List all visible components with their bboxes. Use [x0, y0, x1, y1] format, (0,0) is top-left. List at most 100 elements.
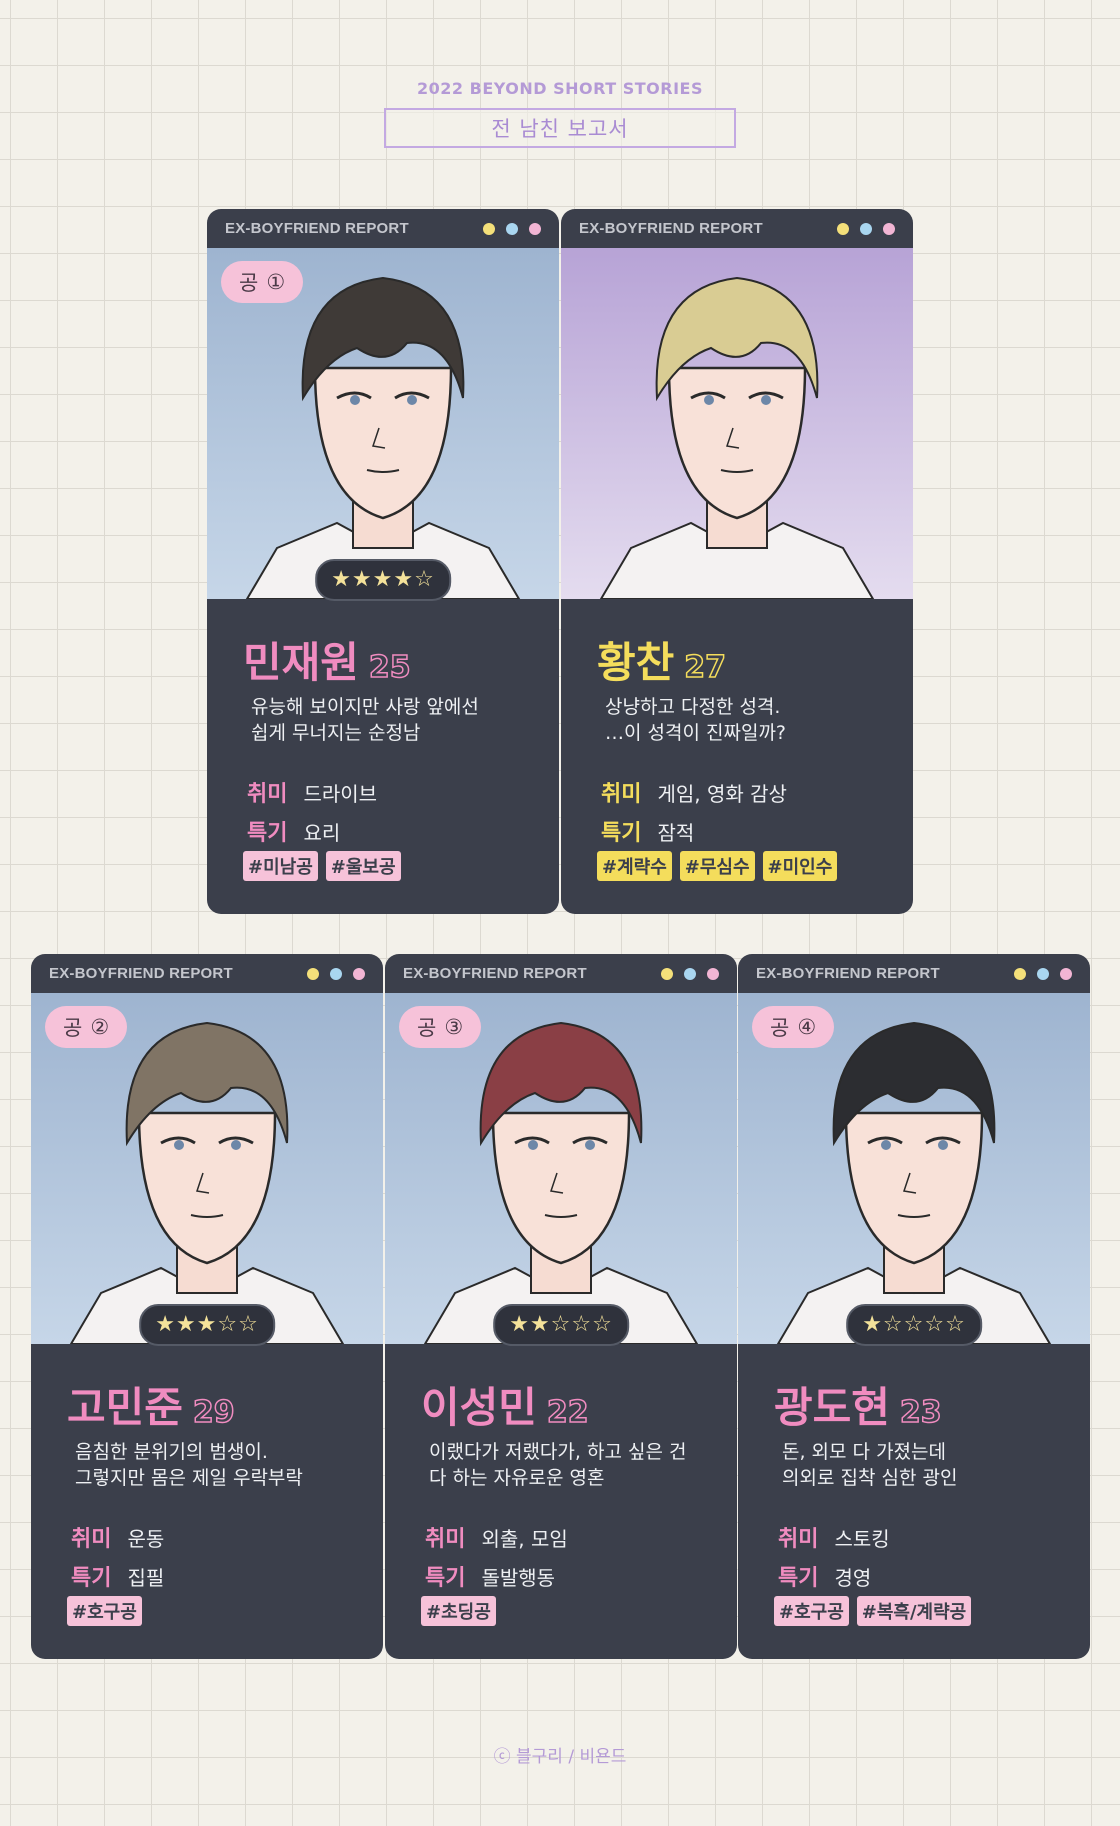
page-title: 전 남친 보고서 — [384, 108, 736, 148]
hashtag[interactable]: #무심수 — [679, 851, 755, 881]
badge-role: 공 — [63, 1016, 83, 1040]
rating-pill: ★★★★☆ — [315, 559, 451, 601]
order-badge: 공 ④ — [752, 1006, 835, 1048]
character-age: 27 — [684, 649, 727, 686]
character-description: 상냥하고 다정한 성격. …이 성격이 진짜일까? — [605, 694, 895, 746]
card-topbar: EX-BOYFRIEND REPORT — [738, 954, 1090, 993]
skill-label: 특기 — [247, 821, 288, 846]
profile-card[interactable]: EX-BOYFRIEND REPORT 공 ① ★★★★☆ 민재원 25 유능해… — [207, 209, 559, 914]
portrait-left-iris — [704, 395, 714, 405]
skill-label: 특기 — [71, 1566, 112, 1591]
hobby-value: 외출, 모임 — [481, 1526, 568, 1551]
window-dots — [837, 222, 895, 235]
blue-dot-icon — [684, 967, 696, 980]
hashtag[interactable]: #초딩공 — [421, 1596, 496, 1626]
hashtag[interactable]: #복흑/계략공 — [856, 1596, 972, 1626]
hashtag[interactable]: #울보공 — [325, 851, 401, 881]
portrait-left-iris — [350, 395, 360, 405]
character-age: 29 — [192, 1394, 235, 1431]
blue-dot-icon — [1037, 967, 1049, 980]
yellow-dot-icon — [661, 967, 673, 980]
window-dots — [483, 222, 541, 235]
portrait-left-iris — [174, 1140, 184, 1150]
star-rating: ★☆☆☆☆ — [862, 1312, 966, 1337]
card-brand: EX-BOYFRIEND REPORT — [225, 220, 409, 237]
card-brand: EX-BOYFRIEND REPORT — [49, 965, 233, 982]
pink-dot-icon — [529, 222, 541, 235]
name-row: 이성민 22 — [421, 1374, 589, 1435]
blue-dot-icon — [860, 222, 872, 235]
portrait-right-iris — [761, 395, 771, 405]
hobby-value: 스토킹 — [834, 1526, 890, 1551]
skill-label: 특기 — [778, 1566, 819, 1591]
skill-value: 집필 — [127, 1565, 165, 1590]
character-description: 음침한 분위기의 범생이. 그렇지만 몸은 제일 우락부락 — [75, 1439, 365, 1491]
description-line: 그렇지만 몸은 제일 우락부락 — [75, 1467, 303, 1489]
description-line: 상냥하고 다정한 성격. — [605, 696, 781, 718]
pink-dot-icon — [707, 967, 719, 980]
description-line: 음침한 분위기의 범생이. — [75, 1441, 268, 1463]
description-line: …이 성격이 진짜일까? — [605, 722, 787, 744]
portrait-left-iris — [881, 1140, 891, 1150]
character-age: 23 — [899, 1394, 942, 1431]
yellow-dot-icon — [837, 222, 849, 235]
header-eyebrow: 2022 BEYOND SHORT STORIES — [417, 79, 703, 98]
hobby-label: 취미 — [247, 782, 288, 807]
hashtag[interactable]: #계략수 — [597, 851, 672, 881]
tag-list: #초딩공 — [421, 1596, 496, 1626]
description-line: 의외로 집착 심한 광인 — [782, 1467, 958, 1489]
hashtag[interactable]: #호구공 — [67, 1596, 142, 1626]
hobby-value: 게임, 영화 감상 — [657, 781, 787, 806]
tag-list: #호구공 — [67, 1596, 142, 1626]
window-dots — [661, 967, 719, 980]
character-description: 유능해 보이지만 사랑 앞에선 쉽게 무너지는 순정남 — [251, 694, 541, 746]
hobby-row: 취미 운동 — [71, 1521, 164, 1553]
hashtag[interactable]: #미인수 — [762, 851, 838, 881]
tag-list: #계략수 #무심수 #미인수 — [597, 851, 838, 881]
character-name: 고민준 — [67, 1383, 183, 1432]
character-description: 돈, 외모 다 가졌는데 의외로 집착 심한 광인 — [782, 1439, 1072, 1491]
character-name: 이성민 — [421, 1383, 537, 1432]
badge-number: ② — [90, 1015, 110, 1039]
card-brand: EX-BOYFRIEND REPORT — [756, 965, 940, 982]
skill-row: 특기 잠적 — [601, 815, 694, 847]
hobby-row: 취미 게임, 영화 감상 — [601, 776, 787, 808]
profile-card[interactable]: EX-BOYFRIEND REPORT 공 ④ ★☆☆☆☆ 광도현 23 돈, … — [738, 954, 1090, 1659]
pink-dot-icon — [1060, 967, 1072, 980]
rating-pill: ★★★☆☆ — [139, 1304, 275, 1346]
hashtag[interactable]: #호구공 — [774, 1596, 849, 1626]
hobby-label: 취미 — [425, 1527, 466, 1552]
star-rating: ★★☆☆☆ — [509, 1312, 613, 1337]
name-row: 황찬 27 — [597, 629, 727, 690]
pink-dot-icon — [353, 967, 365, 980]
profile-card[interactable]: EX-BOYFRIEND REPORT 공 ③ ★★☆☆☆ 이성민 22 이랬다… — [385, 954, 737, 1659]
description-line: 돈, 외모 다 가졌는데 — [782, 1441, 946, 1463]
skill-row: 특기 돌발행동 — [425, 1560, 555, 1592]
order-badge: 공 ② — [45, 1006, 128, 1048]
profile-card[interactable]: EX-BOYFRIEND REPORT 공 ② ★★★☆☆ 고민준 29 음침한… — [31, 954, 383, 1659]
pink-dot-icon — [883, 222, 895, 235]
skill-label: 특기 — [601, 821, 642, 846]
profile-card[interactable]: EX-BOYFRIEND REPORT 황찬 27 상냥하고 다정한 성격. …… — [561, 209, 913, 914]
skill-row: 특기 집필 — [71, 1560, 164, 1592]
portrait-right-iris — [407, 395, 417, 405]
skill-value: 잠적 — [657, 820, 695, 845]
description-line: 다 하는 자유로운 영혼 — [429, 1467, 605, 1489]
description-line: 유능해 보이지만 사랑 앞에선 — [251, 696, 479, 718]
hashtag[interactable]: #미남공 — [243, 851, 318, 881]
character-name: 황찬 — [597, 638, 675, 687]
character-name: 민재원 — [243, 638, 359, 687]
badge-number: ① — [266, 270, 286, 294]
hobby-label: 취미 — [778, 1527, 819, 1552]
skill-row: 특기 경영 — [778, 1560, 871, 1592]
card-brand: EX-BOYFRIEND REPORT — [579, 220, 763, 237]
blue-dot-icon — [506, 222, 518, 235]
skill-value: 돌발행동 — [481, 1565, 556, 1590]
star-rating: ★★★☆☆ — [155, 1312, 259, 1337]
card-brand: EX-BOYFRIEND REPORT — [403, 965, 587, 982]
portrait-right-iris — [585, 1140, 595, 1150]
skill-value: 경영 — [834, 1565, 872, 1590]
badge-role: 공 — [770, 1016, 790, 1040]
name-row: 광도현 23 — [774, 1374, 942, 1435]
order-badge: 공 ③ — [399, 1006, 482, 1048]
